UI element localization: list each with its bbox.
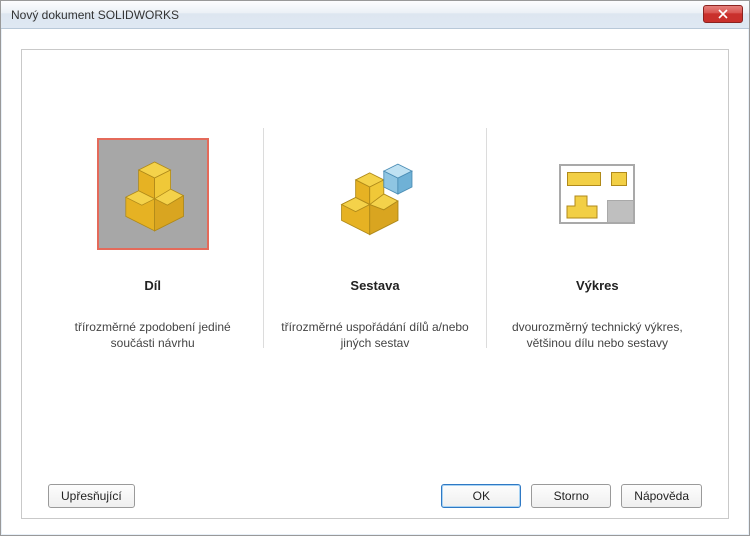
option-drawing[interactable]: Výkres dvourozměrný technický výkres, vě… bbox=[487, 138, 708, 464]
window-title: Nový dokument SOLIDWORKS bbox=[11, 8, 179, 22]
drawing-icon-box bbox=[541, 138, 653, 250]
option-drawing-desc: dvourozměrný technický výkres, většinou … bbox=[499, 319, 696, 351]
option-part[interactable]: Díl třírozměrné zpodobení jediné součást… bbox=[42, 138, 263, 464]
advanced-button[interactable]: Upřesňující bbox=[48, 484, 135, 508]
option-assembly-title: Sestava bbox=[350, 278, 399, 293]
assembly-icon-box bbox=[319, 138, 431, 250]
cancel-button[interactable]: Storno bbox=[531, 484, 611, 508]
part-icon bbox=[113, 154, 193, 234]
titlebar: Nový dokument SOLIDWORKS bbox=[1, 1, 749, 29]
option-assembly[interactable]: Sestava třírozměrné uspořádání dílů a/ne… bbox=[264, 138, 485, 464]
close-button[interactable] bbox=[703, 5, 743, 23]
dialog-content: Díl třírozměrné zpodobení jediné součást… bbox=[1, 29, 749, 535]
part-icon-box bbox=[97, 138, 209, 250]
help-button[interactable]: Nápověda bbox=[621, 484, 702, 508]
option-part-title: Díl bbox=[144, 278, 161, 293]
ok-button[interactable]: OK bbox=[441, 484, 521, 508]
assembly-icon bbox=[331, 150, 419, 238]
dialog-window: Nový dokument SOLIDWORKS bbox=[0, 0, 750, 536]
drawing-icon bbox=[559, 164, 635, 224]
option-assembly-desc: třírozměrné uspořádání dílů a/nebo jinýc… bbox=[276, 319, 473, 351]
button-row: Upřesňující OK Storno Nápověda bbox=[42, 464, 708, 518]
template-panel: Díl třírozměrné zpodobení jediné součást… bbox=[21, 49, 729, 519]
option-part-desc: třírozměrné zpodobení jediné součásti ná… bbox=[54, 319, 251, 351]
close-icon bbox=[718, 9, 728, 19]
template-options-row: Díl třírozměrné zpodobení jediné součást… bbox=[42, 138, 708, 464]
option-drawing-title: Výkres bbox=[576, 278, 619, 293]
